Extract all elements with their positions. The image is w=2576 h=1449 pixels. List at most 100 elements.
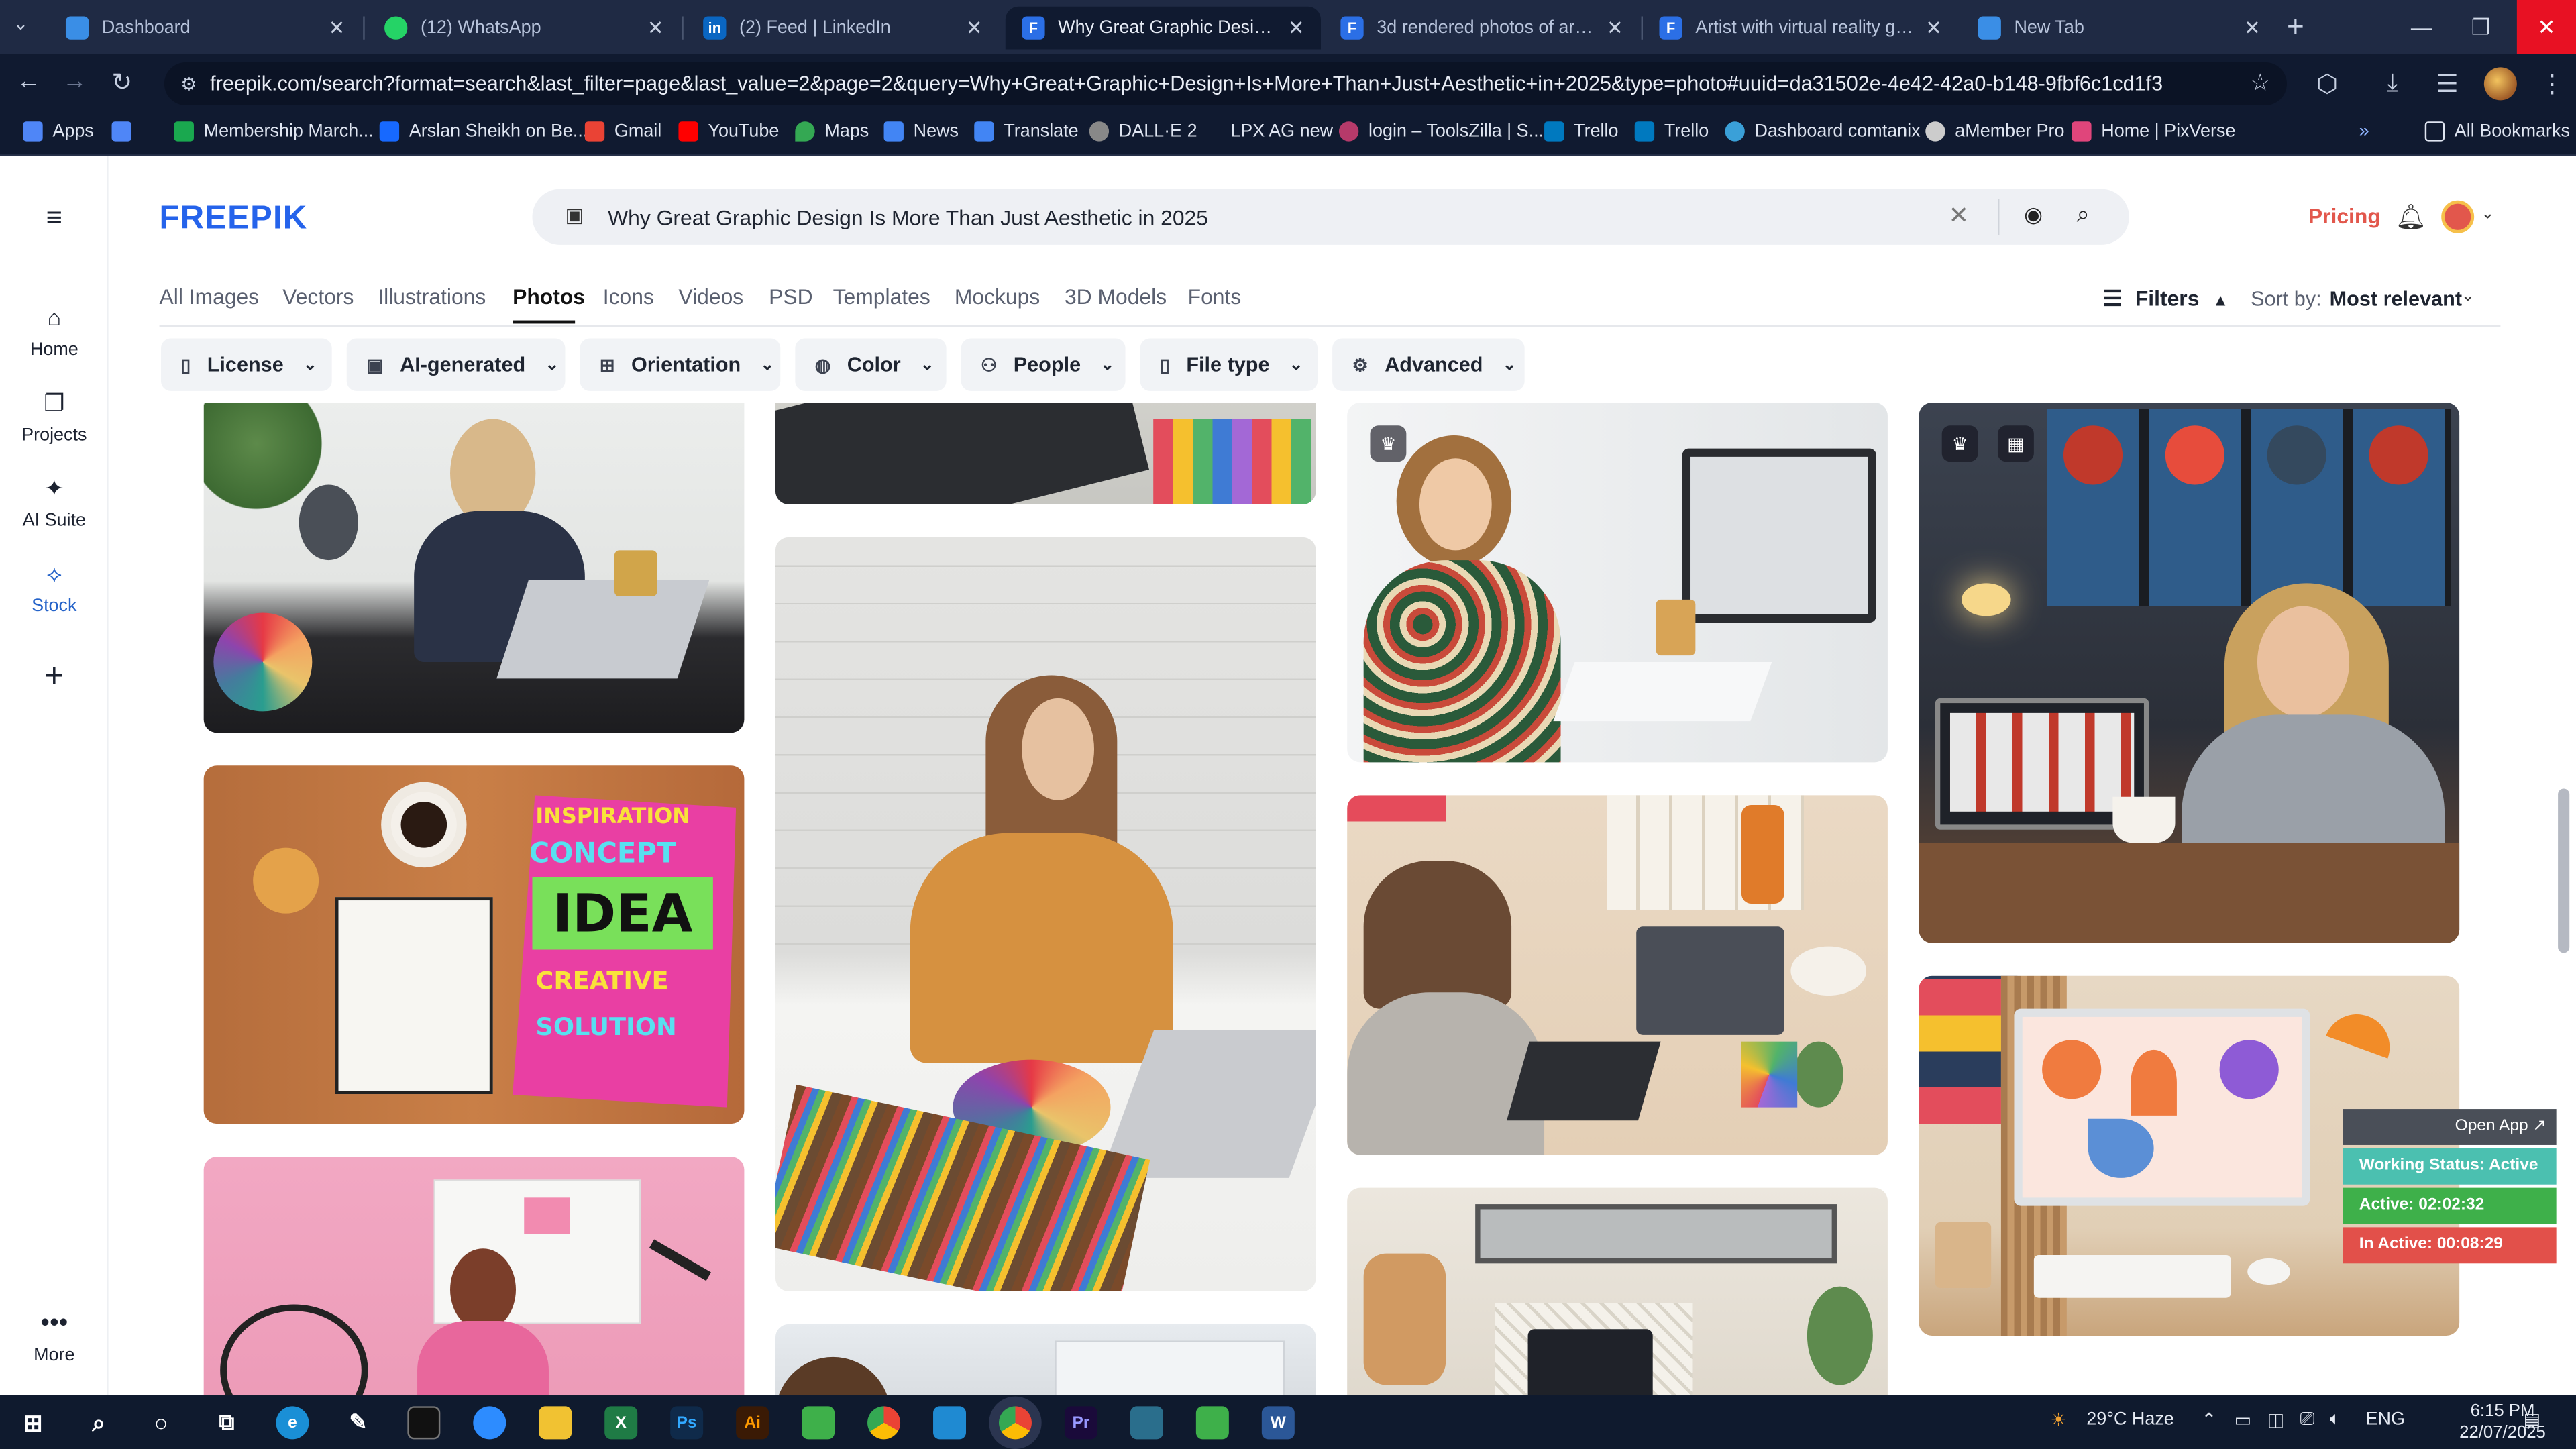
chrome-icon[interactable] xyxy=(867,1406,901,1440)
chip-people[interactable]: ⚇ People ⌄ xyxy=(961,338,1126,391)
reading-list-icon[interactable]: ☰ xyxy=(2436,69,2459,99)
bookmark-news[interactable]: News xyxy=(883,121,959,142)
meet-now-icon[interactable]: ▭ xyxy=(2235,1409,2251,1431)
bookmark-membership[interactable]: Membership March... xyxy=(174,121,374,142)
bookmark-toolszilla[interactable]: login – ToolsZilla | S... xyxy=(1338,121,1544,142)
image-card[interactable] xyxy=(775,402,1316,504)
filters-button[interactable]: ☰ Filters ▲ xyxy=(2103,286,2229,312)
close-icon[interactable]: ✕ xyxy=(1925,16,1942,39)
new-tab-plus-icon[interactable]: + xyxy=(2287,10,2304,44)
camera-icon[interactable]: ◉ xyxy=(2024,202,2043,228)
bookmarks-overflow-icon[interactable]: » xyxy=(2359,121,2369,141)
image-card[interactable] xyxy=(1347,1187,1888,1395)
rail-item-home[interactable]: ⌂ Home xyxy=(0,304,109,360)
network-icon[interactable]: ⎚ xyxy=(2300,1409,2315,1431)
tab-fonts[interactable]: Fonts xyxy=(1188,284,1242,309)
bookmark-trello-1[interactable]: Trello xyxy=(1544,121,1619,142)
task-view-icon[interactable]: ⧉ xyxy=(210,1406,243,1439)
chevron-up-icon[interactable]: ⌃ xyxy=(2202,1409,2217,1431)
image-card[interactable] xyxy=(775,1324,1316,1395)
photoshop-icon[interactable]: Ps xyxy=(670,1406,704,1440)
close-icon[interactable]: ✕ xyxy=(647,16,664,39)
download-icon[interactable]: ⤓ xyxy=(2387,69,2398,97)
image-card[interactable] xyxy=(203,402,745,733)
tab-whatsapp[interactable]: (12) WhatsApp ✕ xyxy=(368,7,680,50)
extensions-icon[interactable]: ⬡ xyxy=(2316,69,2338,99)
tab-vectors[interactable]: Vectors xyxy=(282,284,354,309)
tab-icons[interactable]: Icons xyxy=(603,284,654,309)
chip-license[interactable]: ▯ License ⌄ xyxy=(161,338,332,391)
reload-icon[interactable]: ↻ xyxy=(112,67,133,97)
close-icon[interactable]: ✕ xyxy=(966,16,983,39)
app-teal-icon[interactable] xyxy=(1130,1406,1163,1440)
tab-illustrations[interactable]: Illustrations xyxy=(378,284,486,309)
tab-search-icon[interactable]: ⌄ xyxy=(13,13,29,34)
sort-select[interactable]: Most relevant xyxy=(2330,288,2462,311)
bookmark-behance[interactable]: Arslan Sheikh on Be... xyxy=(379,121,588,142)
app-green-icon[interactable] xyxy=(802,1406,835,1440)
tab-freepik-vr[interactable]: F Artist with virtual reality glasse ✕ xyxy=(1643,7,1958,50)
bookmark-star-icon[interactable]: ☆ xyxy=(2250,69,2271,97)
bookmark-lpx[interactable]: LPX AG new xyxy=(1201,121,1333,142)
close-icon[interactable]: ✕ xyxy=(1288,16,1305,39)
image-card[interactable]: INSPIRATION CONCEPT IDEA CREATIVE SOLUTI… xyxy=(203,765,745,1124)
bookmark-grid[interactable] xyxy=(111,121,142,142)
bookmark-amember[interactable]: aMember Pro xyxy=(1925,121,2065,142)
image-card[interactable] xyxy=(775,537,1316,1291)
bookmark-dalle[interactable]: DALL·E 2 xyxy=(1089,121,1197,142)
rail-menu[interactable]: ≡ xyxy=(0,202,109,238)
search-icon[interactable]: ⌕ xyxy=(82,1406,115,1439)
language-indicator[interactable]: ENG xyxy=(2366,1409,2405,1429)
vscode-icon[interactable] xyxy=(933,1406,967,1440)
tab-videos[interactable]: Videos xyxy=(678,284,743,309)
scrollbar-thumb[interactable] xyxy=(2558,788,2570,953)
close-icon[interactable]: ✕ xyxy=(2244,16,2261,39)
chip-ai-generated[interactable]: ▣ AI-generated ⌄ xyxy=(346,338,566,391)
bookmark-youtube[interactable]: YouTube xyxy=(678,121,779,142)
hamburger-menu-icon[interactable]: ≡ xyxy=(46,202,62,233)
notification-icon[interactable]: ▤ xyxy=(2524,1409,2540,1431)
pen-icon[interactable]: ✎ xyxy=(341,1406,374,1439)
cortana-icon[interactable]: ○ xyxy=(145,1406,178,1439)
close-icon[interactable]: ✕ xyxy=(329,16,345,39)
image-search-icon[interactable]: ▣ xyxy=(565,204,584,227)
chip-file-type[interactable]: ▯ File type ⌄ xyxy=(1140,338,1318,391)
bookmark-pixverse[interactable]: Home | PixVerse xyxy=(2072,121,2235,142)
image-card[interactable] xyxy=(1347,795,1888,1155)
bookmark-trello-2[interactable]: Trello xyxy=(1634,121,1709,142)
tab-psd[interactable]: PSD xyxy=(769,284,812,309)
volume-icon[interactable]: 🔈︎ xyxy=(2330,1409,2341,1431)
app-green-2-icon[interactable] xyxy=(1195,1406,1229,1440)
profile-avatar[interactable] xyxy=(2483,67,2517,101)
minimize-icon[interactable]: — xyxy=(2392,0,2451,54)
open-app-button[interactable]: Open App ↗ xyxy=(2343,1109,2557,1145)
bookmark-apps[interactable]: Apps xyxy=(23,121,94,142)
file-explorer-icon[interactable] xyxy=(539,1406,572,1440)
address-bar[interactable]: ⚙ freepik.com/search?format=search&last_… xyxy=(164,62,2288,105)
site-info-icon[interactable]: ⚙ xyxy=(180,73,197,94)
user-avatar[interactable] xyxy=(2441,200,2475,233)
illustrator-icon[interactable]: Ai xyxy=(736,1406,769,1440)
tab-3d-models[interactable]: 3D Models xyxy=(1065,284,1167,309)
bookmark-maps[interactable]: Maps xyxy=(795,121,869,142)
image-card[interactable]: ♛ ▦ xyxy=(1919,402,2460,943)
back-arrow-icon[interactable]: ← xyxy=(16,67,41,95)
close-icon[interactable]: ✕ xyxy=(1607,16,1623,39)
restore-icon[interactable]: ❐ xyxy=(2451,0,2510,54)
bookmark-gmail[interactable]: Gmail xyxy=(584,121,661,142)
edge-icon[interactable]: e xyxy=(276,1406,309,1440)
bookmark-comtanix[interactable]: Dashboard comtanix xyxy=(1725,121,1921,142)
windows-start-icon[interactable]: ⊞ xyxy=(16,1406,49,1439)
image-card[interactable]: ♛ xyxy=(1347,402,1888,763)
terminal-icon[interactable] xyxy=(407,1406,441,1440)
tab-linkedin[interactable]: in (2) Feed | LinkedIn ✕ xyxy=(687,7,999,50)
all-bookmarks-button[interactable]: All Bookmarks xyxy=(2424,121,2570,142)
menu-kebab-icon[interactable]: ⋮ xyxy=(2540,69,2565,99)
tab-freepik-3d[interactable]: F 3d rendered photos of artist m ✕ xyxy=(1324,7,1640,50)
freepik-logo[interactable]: FREEPIK xyxy=(160,201,308,238)
excel-icon[interactable]: X xyxy=(604,1406,638,1440)
chip-color[interactable]: ◍ Color ⌄ xyxy=(795,338,947,391)
premiere-icon[interactable]: Pr xyxy=(1064,1406,1097,1440)
zoom-icon[interactable] xyxy=(473,1406,506,1440)
tab-dashboard[interactable]: Dashboard ✕ xyxy=(49,7,361,50)
